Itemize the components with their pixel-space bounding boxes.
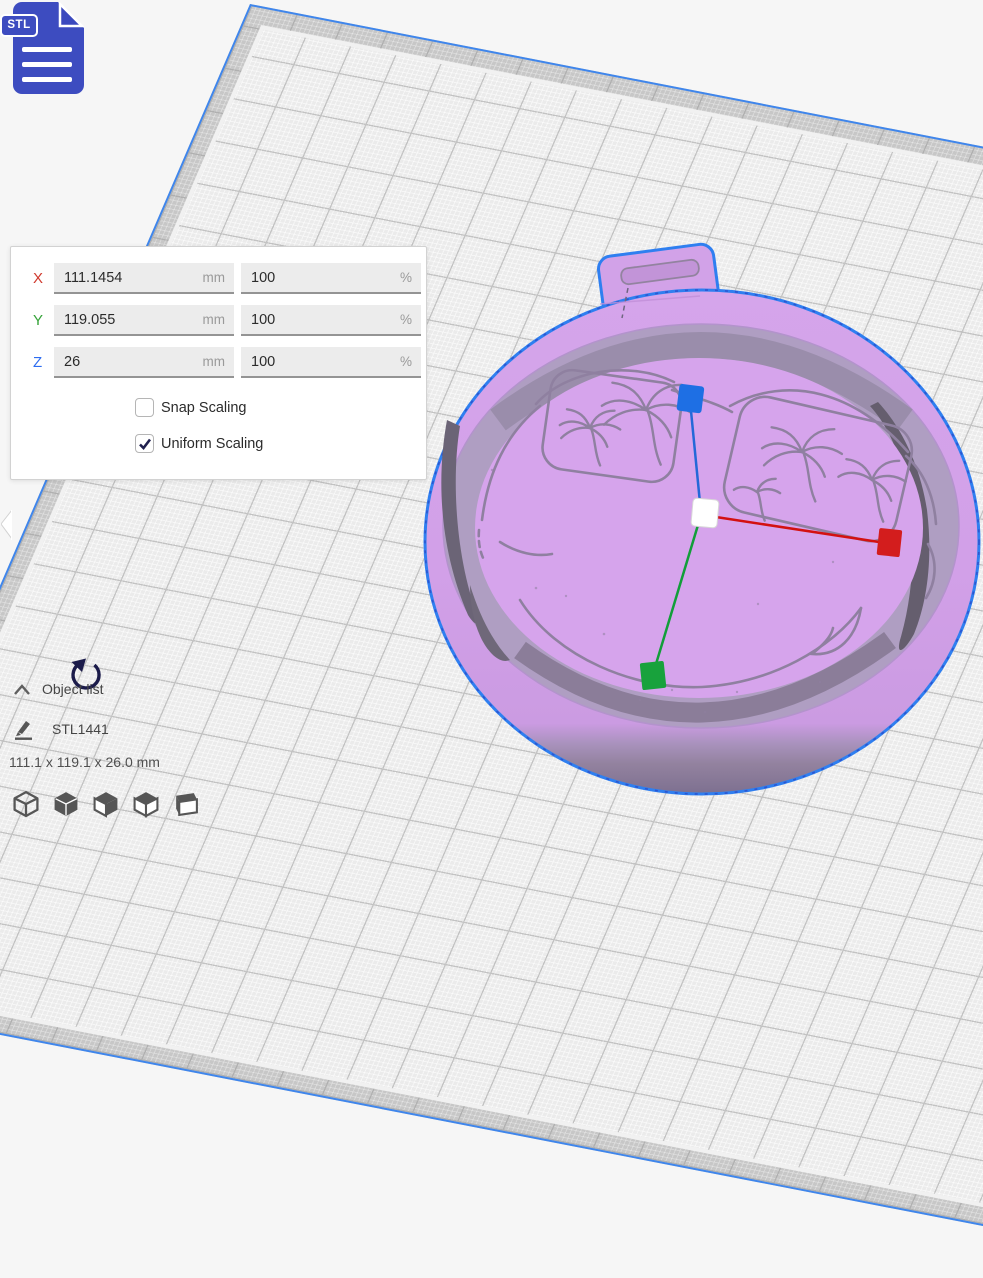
scale-row-z: Z 26 mm 100 % bbox=[11, 347, 426, 378]
y-percent-input[interactable]: 100 % bbox=[241, 305, 421, 336]
uniform-scaling-label: Uniform Scaling bbox=[161, 436, 263, 452]
pencil-icon[interactable] bbox=[12, 718, 34, 740]
z-scale-handle[interactable] bbox=[676, 384, 704, 414]
x-percent-input[interactable]: 100 % bbox=[241, 263, 421, 294]
mm-unit-label: mm bbox=[203, 270, 226, 285]
camera-view-bar bbox=[12, 789, 200, 819]
scale-tool-panel: X 111.1454 mm 100 % Y 119.055 mm 100 % Z… bbox=[10, 246, 427, 480]
scale-row-x: X 111.1454 mm 100 % bbox=[11, 263, 426, 294]
chevron-up-icon[interactable] bbox=[12, 684, 32, 696]
panel-pointer bbox=[1, 510, 12, 540]
model-dimensions: 111.1 x 119.1 x 26.0 mm bbox=[9, 754, 160, 770]
model-file-name: STL1441 bbox=[52, 721, 109, 737]
stl-file-icon: STL bbox=[0, 0, 95, 100]
object-list-label: Object list bbox=[42, 681, 103, 697]
cube-3d-icon bbox=[12, 789, 40, 818]
mm-unit-label: mm bbox=[203, 312, 226, 327]
z-percent-input[interactable]: 100 % bbox=[241, 347, 421, 378]
y-axis-label: Y bbox=[33, 312, 49, 329]
x-scale-handle[interactable] bbox=[877, 528, 903, 557]
x-size-input[interactable]: 111.1454 mm bbox=[54, 263, 234, 294]
percent-unit-label: % bbox=[400, 354, 412, 369]
y-scale-handle[interactable] bbox=[640, 661, 667, 690]
stl-badge: STL bbox=[0, 14, 38, 37]
y-size-input[interactable]: 119.055 mm bbox=[54, 305, 234, 336]
view-right-button[interactable] bbox=[172, 789, 200, 818]
percent-unit-label: % bbox=[400, 270, 412, 285]
snap-scaling-label: Snap Scaling bbox=[161, 400, 246, 416]
view-front-button[interactable] bbox=[52, 789, 80, 818]
center-scale-handle[interactable] bbox=[691, 498, 719, 528]
cube-right-icon bbox=[172, 789, 200, 818]
z-axis-label: Z bbox=[33, 354, 49, 371]
scale-row-y: Y 119.055 mm 100 % bbox=[11, 305, 426, 336]
z-size-input[interactable]: 26 mm bbox=[54, 347, 234, 378]
percent-unit-label: % bbox=[400, 312, 412, 327]
uniform-scaling-checkbox[interactable] bbox=[135, 434, 154, 453]
view-left-button[interactable] bbox=[132, 789, 160, 818]
x-axis-label: X bbox=[33, 270, 49, 287]
snap-scaling-checkbox[interactable] bbox=[135, 398, 154, 417]
view-top-button[interactable] bbox=[92, 789, 120, 818]
checkmark-icon bbox=[137, 436, 153, 452]
cube-left-icon bbox=[132, 789, 160, 818]
cube-top-icon bbox=[92, 789, 120, 818]
view-3d-button[interactable] bbox=[12, 789, 40, 818]
mm-unit-label: mm bbox=[203, 354, 226, 369]
cube-front-icon bbox=[52, 789, 80, 818]
